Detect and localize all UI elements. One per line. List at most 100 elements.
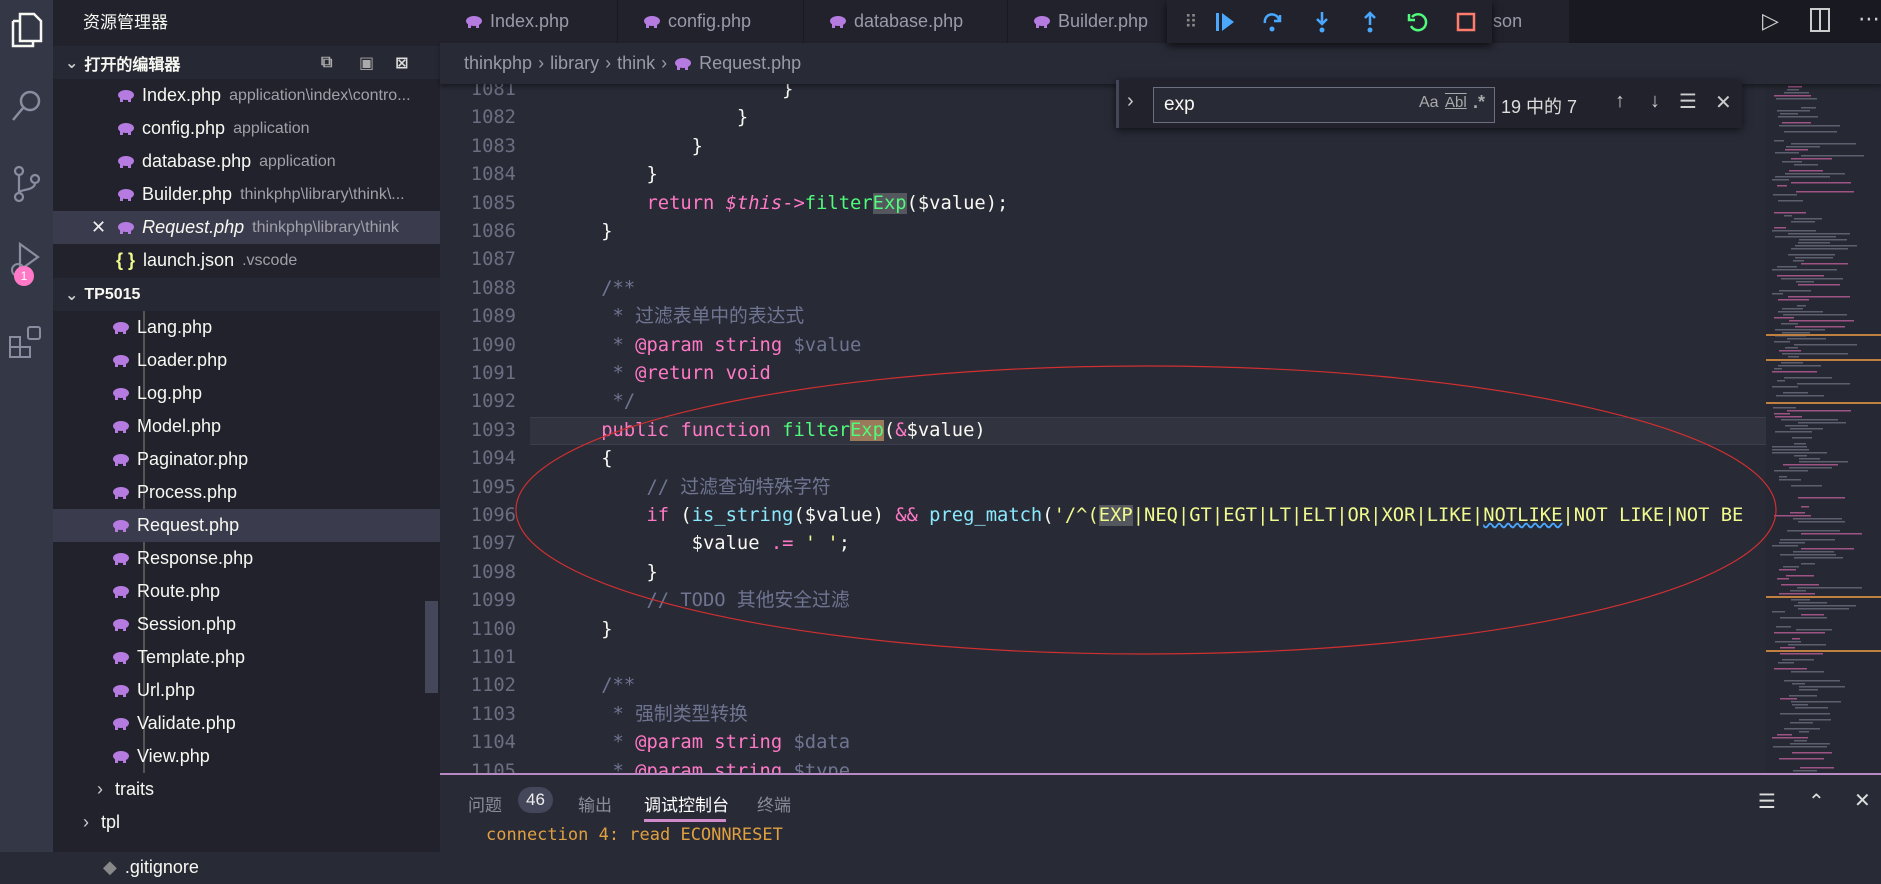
extensions-icon[interactable] [0, 316, 53, 368]
close-panel-icon[interactable]: ✕ [1854, 788, 1871, 813]
regex-button[interactable]: .* [1473, 92, 1485, 113]
breadcrumb-item[interactable]: library [550, 53, 599, 74]
step-over-icon[interactable] [1260, 10, 1284, 34]
breadcrumb-item[interactable]: thinkphp [464, 53, 532, 74]
open-editor-item[interactable]: { } launch.json .vscode [53, 244, 440, 277]
clear-console-icon[interactable]: ☰ [1758, 789, 1776, 814]
file-name: database.php [142, 151, 252, 171]
project-header[interactable]: ⌄ TP5015 [53, 278, 440, 311]
maximize-panel-icon[interactable]: ⌃ [1808, 789, 1825, 814]
toggle-replace-icon[interactable]: › [1127, 90, 1134, 113]
close-editor-icon[interactable]: ✕ [91, 217, 106, 238]
minimap-line [1788, 644, 1826, 646]
match-case-button[interactable]: Aa [1419, 94, 1439, 112]
search-icon[interactable] [0, 80, 53, 132]
code-token: $value) [906, 419, 986, 441]
tree-file[interactable]: Response.php [53, 542, 440, 575]
tree-file[interactable]: Template.php [53, 641, 440, 674]
minimap[interactable] [1766, 84, 1881, 773]
tree-file[interactable]: Paginator.php [53, 443, 440, 476]
code-token: ( [883, 419, 896, 441]
tree-file[interactable]: Log.php [53, 377, 440, 410]
tree-file[interactable]: Lang.php [53, 311, 440, 344]
more-actions-icon[interactable]: ⋯ [1858, 6, 1880, 32]
line-number: 1100 [470, 618, 516, 640]
tree-file[interactable]: View.php [53, 740, 440, 773]
tab-problems[interactable]: 问题 [468, 791, 502, 816]
tree-folder[interactable]: › tpl [53, 806, 440, 839]
close-find-icon[interactable]: ✕ [1715, 90, 1732, 115]
tab-terminal[interactable]: 终端 [757, 791, 791, 816]
run-icon[interactable]: ▷ [1762, 8, 1779, 34]
save-all-icon[interactable]: ▣ [359, 53, 374, 73]
code-editor[interactable]: 1081 } 1082 } 1083 } 1084 } 1085 return $thi… [440, 84, 1766, 773]
restart-icon[interactable] [1405, 10, 1429, 34]
code-line: * 过滤表单中的表达式 [556, 303, 805, 331]
breadcrumb-item[interactable]: Request.php [699, 53, 801, 74]
minimap-line [1782, 659, 1814, 661]
explorer-icon[interactable] [0, 4, 53, 56]
tree-file[interactable]: Session.php [53, 608, 440, 641]
php-elephant-icon [113, 552, 129, 565]
minimap-line [1788, 356, 1799, 358]
minimap-line [1772, 179, 1789, 181]
line-number: 1097 [470, 533, 516, 555]
open-editor-item[interactable]: config.php application [53, 112, 440, 145]
minimap-line [1799, 458, 1820, 460]
whole-word-button[interactable]: Abl [1445, 94, 1467, 111]
breadcrumb-item[interactable]: think [617, 53, 655, 74]
php-elephant-icon [113, 486, 129, 499]
open-editor-item[interactable]: Builder.php thinkphp\library\think\... [53, 178, 440, 211]
minimap-line [1774, 413, 1790, 415]
source-control-icon[interactable] [0, 158, 53, 210]
editor-tab[interactable]: Index.php [440, 0, 618, 43]
tab-label: Index.php [490, 11, 570, 31]
php-elephant-icon [113, 453, 129, 466]
tab-debug-console[interactable]: 调试控制台 [644, 791, 729, 816]
minimap-line [1798, 608, 1849, 610]
tree-file[interactable]: Route.php [53, 575, 440, 608]
editor-tab[interactable]: database.php [804, 0, 1008, 43]
minimap-line [1774, 95, 1811, 97]
tree-file[interactable]: ◆ .gitignore [53, 851, 440, 884]
minimap-line [1787, 410, 1851, 412]
minimap-line [1801, 563, 1815, 565]
minimap-line [1791, 248, 1848, 250]
tree-file[interactable]: Url.php [53, 674, 440, 707]
next-match-icon[interactable]: ↓ [1650, 90, 1660, 113]
minimap-line [1784, 680, 1840, 682]
file-name: Template.php [137, 647, 246, 667]
tree-file[interactable]: Model.php [53, 410, 440, 443]
find-input[interactable] [1153, 87, 1495, 123]
tree-file[interactable]: Request.php [53, 509, 440, 542]
php-elephant-icon [118, 221, 135, 234]
step-out-icon[interactable] [1358, 10, 1382, 34]
sidebar-scrollbar[interactable] [425, 601, 438, 693]
open-editor-item[interactable]: database.php application [53, 145, 440, 178]
find-in-selection-icon[interactable]: ☰ [1679, 89, 1697, 114]
previous-match-icon[interactable]: ↑ [1615, 90, 1625, 113]
stop-icon[interactable] [1454, 10, 1478, 34]
tab-output[interactable]: 输出 [578, 791, 612, 816]
tab-label: database.php [854, 11, 964, 31]
tree-folder[interactable]: › traits [53, 773, 440, 806]
tree-file[interactable]: Validate.php [53, 707, 440, 740]
step-into-icon[interactable] [1310, 10, 1334, 34]
drag-handle-icon[interactable]: ⠿ [1179, 10, 1203, 34]
new-untitled-icon[interactable]: ⧉ [321, 54, 332, 72]
minimap-line [1777, 734, 1792, 736]
folder-name: tpl [101, 812, 121, 832]
open-editor-item[interactable]: Index.php application\index\contro... [53, 79, 440, 112]
editor-tab[interactable]: config.php [618, 0, 804, 43]
open-editors-header[interactable]: ⌄ 打开的编辑器 ⧉ ▣ ⊠ [53, 46, 440, 79]
split-editor-icon[interactable] [1810, 8, 1830, 32]
code-token: Exp [850, 419, 884, 441]
continue-icon[interactable] [1213, 10, 1237, 34]
minimap-line [1801, 533, 1862, 535]
close-all-icon[interactable]: ⊠ [395, 53, 408, 73]
code-token: preg_match [929, 505, 1043, 526]
tree-file[interactable]: Process.php [53, 476, 440, 509]
tree-file[interactable]: Loader.php [53, 344, 440, 377]
minimap-line [1798, 602, 1827, 604]
open-editor-item[interactable]: ✕ Request.php thinkphp\library\think [53, 211, 440, 244]
